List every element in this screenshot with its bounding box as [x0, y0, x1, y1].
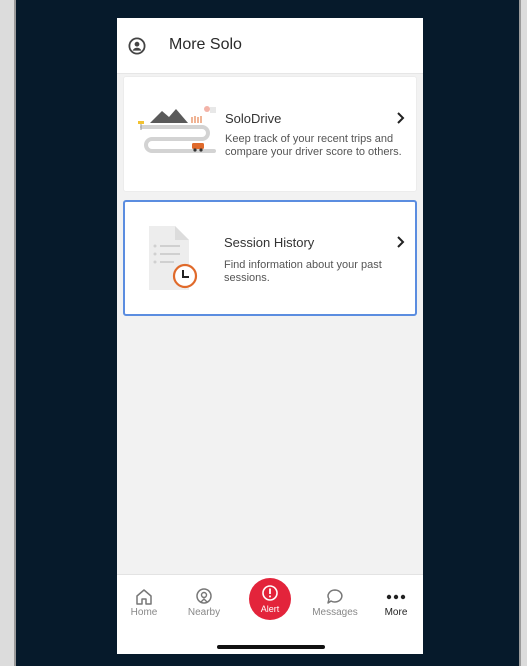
session-history-title: Session History	[224, 235, 315, 250]
header: More Solo	[117, 18, 423, 74]
ellipsis-icon	[386, 594, 406, 600]
location-pin-icon	[196, 588, 212, 604]
tab-nearby[interactable]: Nearby	[174, 575, 234, 635]
home-icon	[136, 589, 152, 605]
page-title: More Solo	[169, 36, 242, 53]
solodrive-card[interactable]: SoloDrive Keep track of your recent trip…	[123, 76, 417, 192]
solodrive-illustration	[138, 106, 216, 153]
tab-messages[interactable]: Messages	[305, 575, 365, 635]
tab-nearby-label: Nearby	[187, 607, 221, 618]
alert-label: Alert	[260, 604, 280, 614]
tab-bar: Home Nearby Alert Messages More	[117, 574, 423, 654]
exclamation-icon	[262, 585, 278, 601]
tab-more-label: More	[384, 607, 408, 618]
session-history-card[interactable]: Session History Find information about y…	[123, 200, 417, 316]
solodrive-description: Keep track of your recent trips and comp…	[225, 133, 402, 158]
tab-home-label: Home	[130, 607, 158, 618]
session-history-illustration	[149, 226, 198, 290]
tab-more[interactable]: More	[366, 575, 423, 635]
chevron-right-icon	[397, 236, 405, 248]
phone-screen: More Solo SoloDrive Keep track of your r…	[117, 18, 423, 654]
home-indicator	[217, 645, 325, 649]
session-history-description: Find information about your past session…	[224, 259, 382, 284]
chat-bubble-icon	[327, 589, 343, 604]
solodrive-title: SoloDrive	[225, 111, 282, 126]
alert-button[interactable]: Alert	[249, 578, 291, 620]
profile-icon[interactable]	[128, 37, 146, 55]
chevron-right-icon	[397, 112, 405, 124]
tab-messages-label: Messages	[312, 607, 358, 618]
tab-home[interactable]: Home	[117, 575, 174, 635]
